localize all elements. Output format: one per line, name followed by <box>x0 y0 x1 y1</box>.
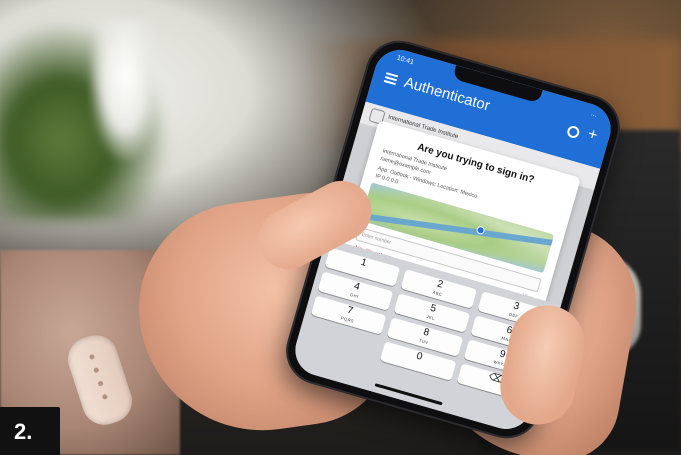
hamburger-menu-icon[interactable] <box>383 72 399 86</box>
home-indicator <box>374 383 443 406</box>
step-number: 2. <box>14 419 33 444</box>
status-indicators: ... <box>590 110 598 119</box>
blurred-lamp <box>90 20 160 160</box>
search-icon[interactable] <box>565 124 581 140</box>
add-icon[interactable]: + <box>585 125 600 145</box>
status-time: 10:41 <box>395 54 415 67</box>
photo-scene: 10:41 ... Authenticator + International … <box>0 0 681 455</box>
step-badge: 2. <box>0 407 60 455</box>
